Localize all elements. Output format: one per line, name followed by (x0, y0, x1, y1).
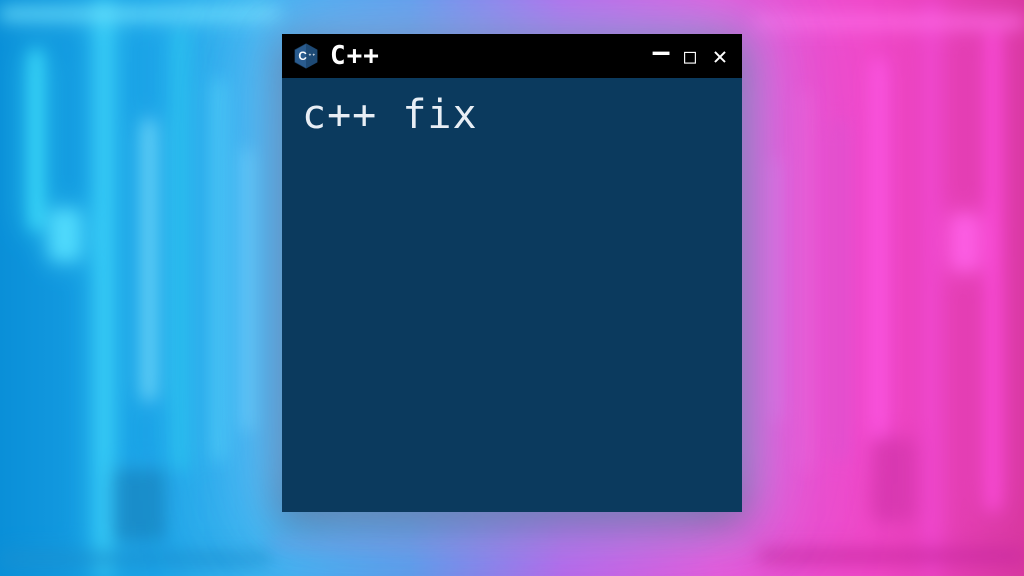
svg-text:+: + (309, 53, 312, 58)
body-text: c++ fix (302, 92, 722, 138)
app-window: C + + C++ — □ ✕ c++ fix (282, 34, 742, 512)
svg-text:C: C (298, 50, 307, 63)
window-title: C++ (330, 41, 638, 71)
maximize-button[interactable]: □ (678, 46, 702, 66)
svg-text:+: + (313, 53, 316, 58)
close-button[interactable]: ✕ (708, 44, 732, 68)
cpp-hexagon-icon: C + + (292, 42, 320, 70)
titlebar[interactable]: C + + C++ — □ ✕ (282, 34, 742, 78)
window-controls: — □ ✕ (648, 42, 732, 70)
window-body[interactable]: c++ fix (282, 78, 742, 512)
minimize-button[interactable]: — (648, 38, 672, 66)
